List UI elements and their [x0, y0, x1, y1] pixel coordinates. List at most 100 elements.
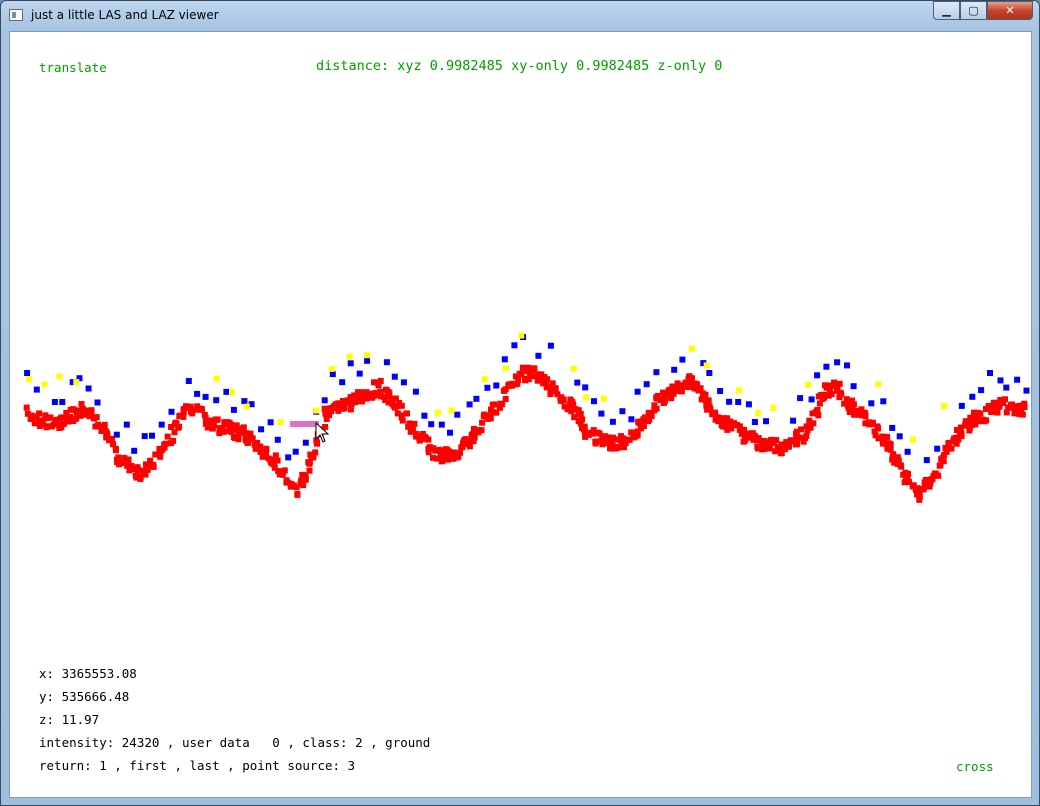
red-point [793, 441, 800, 448]
red-point [235, 436, 242, 443]
yellow-point [213, 375, 220, 382]
blue-point [934, 445, 941, 452]
red-point [552, 385, 559, 392]
blue-point [978, 387, 985, 394]
blue-point [400, 379, 407, 386]
blue-point [547, 342, 554, 349]
blue-point [149, 432, 155, 439]
blue-point [168, 408, 175, 415]
red-point [425, 436, 432, 443]
red-point [948, 445, 955, 452]
blue-point [484, 384, 491, 391]
red-point [487, 415, 494, 422]
blue-point [141, 433, 148, 440]
blue-point [958, 402, 965, 409]
blue-point [808, 396, 815, 403]
yellow-point [583, 394, 590, 401]
red-point [697, 385, 704, 392]
red-point [898, 463, 905, 470]
blue-point [33, 386, 40, 393]
blue-point [466, 401, 473, 408]
blue-point [185, 378, 192, 384]
blue-point [598, 410, 605, 417]
red-point [176, 423, 182, 430]
yellow-point [518, 332, 525, 339]
yellow-point [434, 409, 441, 416]
red-point [170, 437, 177, 444]
red-point [93, 414, 100, 421]
red-point [661, 397, 668, 404]
blue-point [535, 352, 542, 359]
blue-point [997, 377, 1004, 384]
blue-point [230, 406, 237, 413]
blue-point [285, 454, 292, 461]
blue-point [923, 457, 930, 464]
viewer-canvas[interactable]: translate distance: xyz 0.9982485 xy-onl… [9, 31, 1032, 798]
red-point [916, 493, 923, 500]
red-point [579, 416, 586, 423]
app-icon [9, 9, 23, 21]
blue-point [904, 448, 911, 455]
minimize-button[interactable]: ▁ [933, 1, 960, 20]
blue-point [1023, 387, 1030, 394]
red-point [300, 482, 307, 489]
red-point [544, 376, 551, 383]
close-icon: ✕ [1005, 4, 1015, 17]
yellow-point [755, 410, 762, 416]
blue-point [790, 417, 797, 424]
red-point [836, 380, 843, 387]
blue-point [24, 370, 31, 376]
red-point [581, 423, 588, 430]
y-coordinate: y: 535666.48 [39, 689, 130, 704]
red-point [281, 467, 288, 474]
red-point [609, 437, 616, 444]
yellow-point [909, 436, 916, 443]
yellow-point [688, 345, 695, 352]
measure-segment [290, 421, 319, 427]
blue-point [844, 362, 850, 369]
red-point [531, 365, 538, 372]
title-bar[interactable]: just a little LAS and LAZ viewer ▁ ▢ ✕ [1, 1, 1039, 31]
red-point [403, 410, 410, 417]
red-point [23, 404, 30, 411]
blue-point [339, 379, 346, 386]
maximize-button[interactable]: ▢ [960, 1, 987, 20]
blue-point [751, 419, 758, 425]
red-point [1002, 396, 1008, 403]
yellow-point [328, 365, 335, 372]
blue-point [493, 382, 500, 389]
red-point [514, 380, 521, 387]
point-cloud-view[interactable] [10, 32, 1031, 797]
red-point [593, 438, 600, 445]
blue-point [329, 371, 336, 378]
blue-point [814, 372, 821, 379]
maximize-icon: ▢ [968, 4, 979, 17]
red-point [560, 396, 567, 403]
yellow-point [346, 353, 353, 360]
red-point [112, 445, 119, 452]
red-point [385, 389, 392, 395]
yellow-point [736, 387, 743, 394]
blue-point [643, 381, 650, 388]
red-point [36, 410, 43, 417]
red-point [466, 443, 473, 450]
close-button[interactable]: ✕ [987, 1, 1033, 20]
blue-point [1014, 376, 1021, 383]
blue-point [850, 383, 857, 390]
red-point [457, 449, 463, 456]
red-point [905, 470, 911, 477]
red-point [294, 491, 301, 498]
yellow-point [600, 395, 607, 402]
red-point [310, 451, 317, 458]
blue-point [321, 397, 328, 404]
red-point [478, 427, 485, 434]
blue-point [412, 388, 419, 395]
yellow-point [26, 376, 33, 383]
blue-point [717, 388, 724, 394]
blue-point [473, 395, 480, 402]
red-point [210, 422, 217, 429]
red-point [411, 420, 418, 427]
return-info: return: 1 , first , last , point source:… [39, 758, 356, 773]
blue-point [258, 426, 265, 433]
blue-point [158, 421, 165, 428]
